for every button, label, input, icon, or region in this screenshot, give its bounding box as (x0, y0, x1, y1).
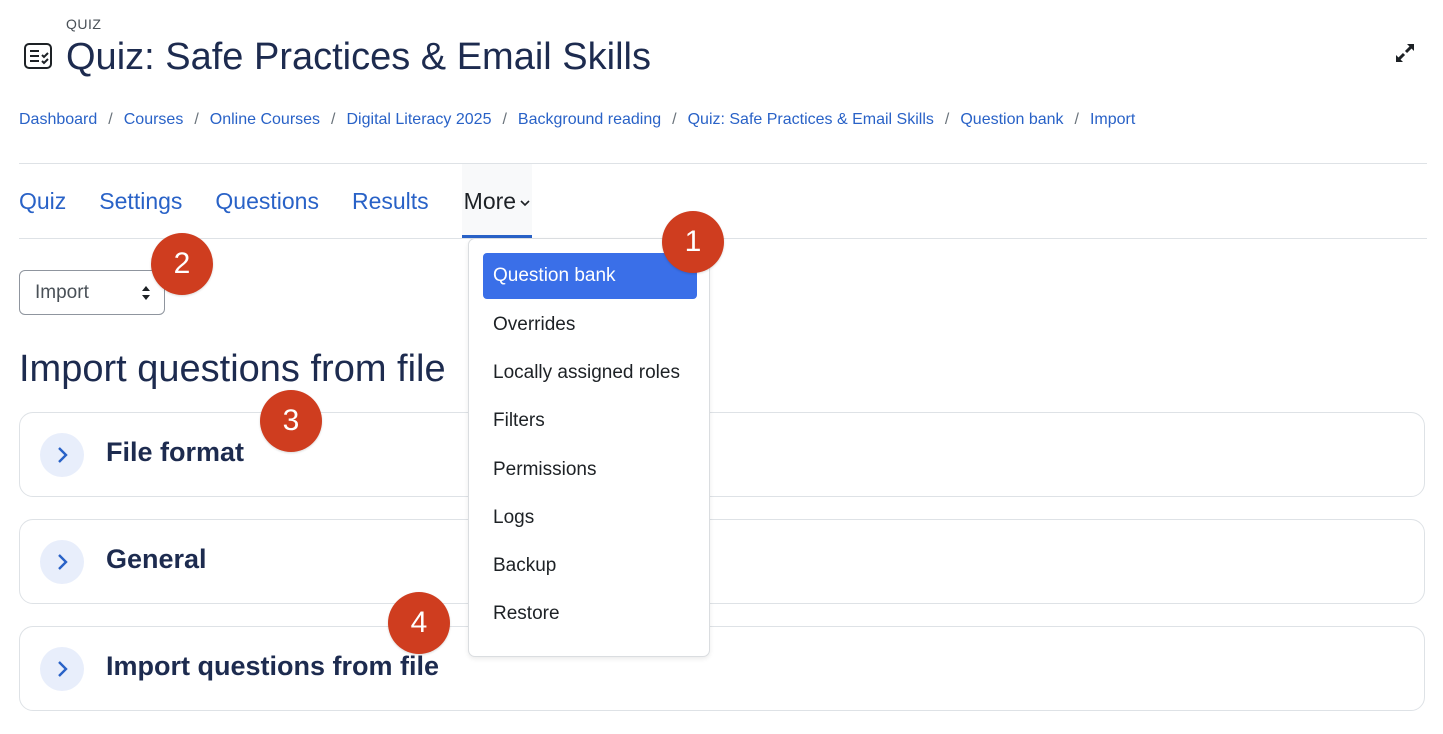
module-type-label: QUIZ (66, 16, 102, 32)
breadcrumb-question-bank[interactable]: Question bank (960, 111, 1063, 129)
breadcrumb-digital-literacy[interactable]: Digital Literacy 2025 (347, 111, 492, 129)
secondary-navigation: Quiz Settings Questions Results More (19, 164, 565, 238)
tab-more[interactable]: More (461, 164, 533, 238)
menu-item-restore[interactable]: Restore (483, 591, 697, 637)
callout-badge-4: 4 (388, 592, 450, 654)
menu-item-permissions[interactable]: Permissions (483, 447, 697, 493)
breadcrumb-dashboard[interactable]: Dashboard (19, 111, 97, 129)
more-menu-dropdown: Question bank Overrides Locally assigned… (468, 238, 710, 657)
menu-item-locally-assigned-roles[interactable]: Locally assigned roles (483, 350, 697, 396)
chevron-right-icon[interactable] (40, 540, 84, 584)
breadcrumb-separator: / (331, 111, 336, 128)
quiz-icon (23, 41, 53, 71)
panel-title[interactable]: General (106, 544, 207, 575)
callout-badge-3: 3 (260, 390, 322, 452)
panel-file-format: File format (19, 412, 1425, 497)
callout-badge-2: 2 (151, 233, 213, 295)
select-arrows-icon (141, 284, 151, 302)
breadcrumb-quiz[interactable]: Quiz: Safe Practices & Email Skills (688, 111, 934, 129)
action-select-value: Import (35, 281, 89, 303)
breadcrumb-online-courses[interactable]: Online Courses (210, 111, 320, 129)
breadcrumb-background-reading[interactable]: Background reading (518, 111, 661, 129)
breadcrumb-separator: / (194, 111, 199, 128)
menu-item-backup[interactable]: Backup (483, 543, 697, 589)
panel-import-questions: Import questions from file (19, 626, 1425, 711)
breadcrumb-separator: / (1074, 111, 1079, 128)
panel-title[interactable]: Import questions from file (106, 651, 439, 682)
breadcrumb: Dashboard / Courses / Online Courses / D… (19, 111, 1135, 129)
menu-item-filters[interactable]: Filters (483, 398, 697, 444)
panel-title[interactable]: File format (106, 437, 244, 468)
menu-item-logs[interactable]: Logs (483, 495, 697, 541)
panel-general: General (19, 519, 1425, 604)
breadcrumb-courses[interactable]: Courses (124, 111, 184, 129)
callout-badge-1: 1 (662, 211, 724, 273)
breadcrumb-import[interactable]: Import (1090, 111, 1135, 129)
expand-icon[interactable] (1392, 40, 1418, 66)
chevron-right-icon[interactable] (40, 647, 84, 691)
menu-item-overrides[interactable]: Overrides (483, 302, 697, 348)
page-title: Quiz: Safe Practices & Email Skills (66, 36, 651, 78)
breadcrumb-separator: / (944, 111, 950, 128)
breadcrumb-separator: / (108, 111, 113, 128)
breadcrumb-separator: / (672, 111, 677, 128)
tab-results[interactable]: Results (352, 164, 429, 238)
tab-questions[interactable]: Questions (215, 164, 319, 238)
tab-quiz[interactable]: Quiz (19, 164, 66, 238)
menu-item-question-bank[interactable]: Question bank (483, 253, 697, 299)
chevron-right-icon[interactable] (40, 433, 84, 477)
tab-more-label: More (463, 187, 517, 214)
chevron-down-icon (520, 194, 530, 210)
action-select[interactable]: Import (19, 270, 165, 315)
section-heading: Import questions from file (19, 348, 446, 390)
breadcrumb-separator: / (502, 111, 507, 128)
tab-settings[interactable]: Settings (99, 164, 182, 238)
